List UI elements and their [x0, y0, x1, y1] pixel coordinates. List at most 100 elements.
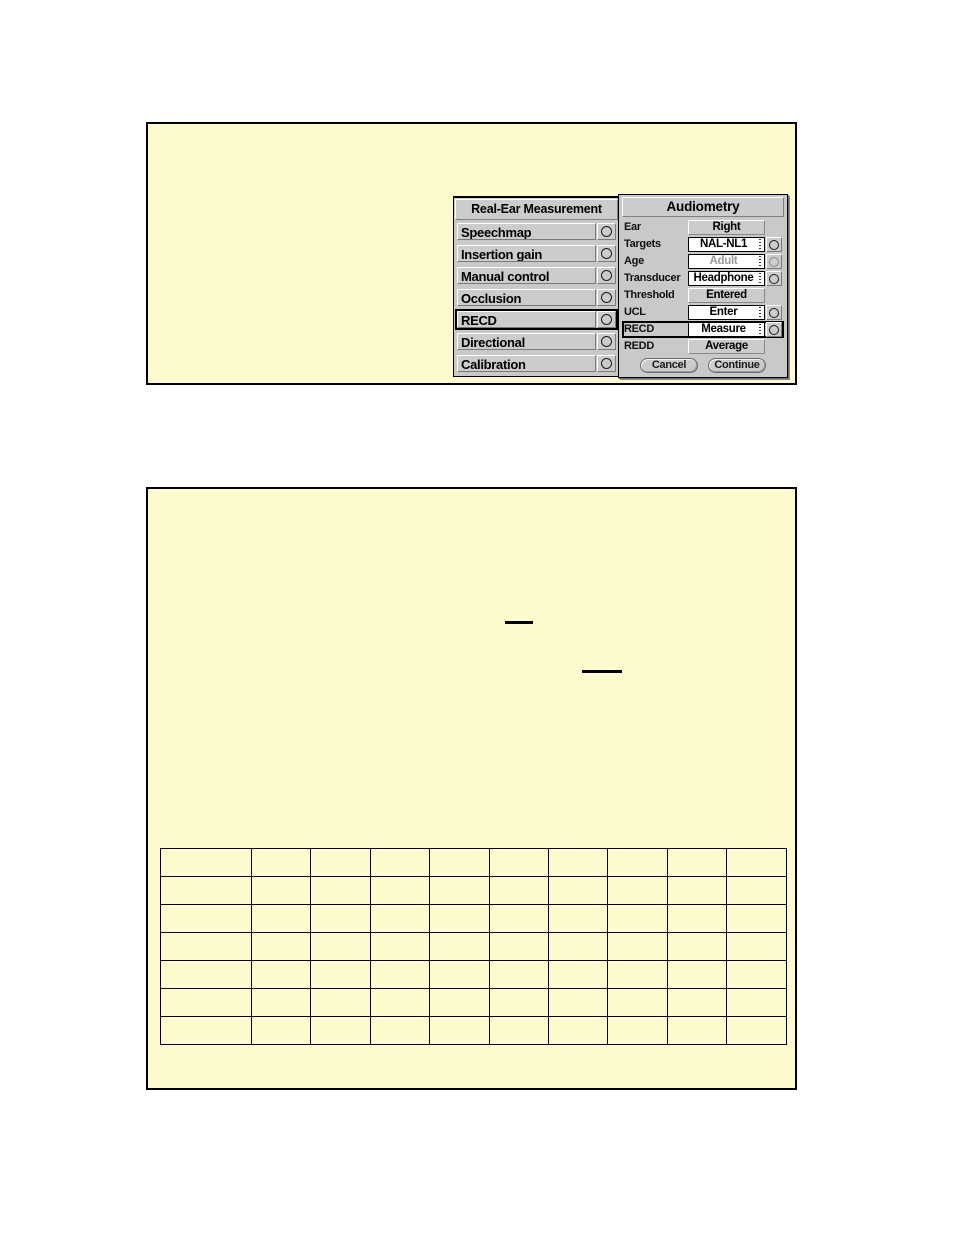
- worksheet-cell[interactable]: [310, 960, 371, 989]
- worksheet-cell[interactable]: [607, 848, 668, 877]
- audiometry-value-field[interactable]: Enter: [688, 305, 765, 320]
- rem-item-recd[interactable]: RECD: [455, 309, 618, 330]
- radio-circle-icon[interactable]: [597, 223, 616, 240]
- worksheet-cell[interactable]: [726, 904, 787, 933]
- rem-item-speechmap[interactable]: Speechmap: [455, 221, 618, 242]
- audiometry-value-field[interactable]: Entered: [688, 288, 765, 303]
- worksheet-cell[interactable]: [726, 932, 787, 961]
- worksheet-cell[interactable]: [250, 1016, 312, 1045]
- audiometry-value-field[interactable]: Average: [688, 339, 765, 354]
- worksheet-cell[interactable]: [666, 904, 728, 933]
- audiometry-value-field[interactable]: Headphone: [688, 271, 765, 286]
- worksheet-cell[interactable]: [250, 876, 312, 905]
- worksheet-cell[interactable]: [160, 876, 252, 905]
- worksheet-cell[interactable]: [607, 932, 668, 961]
- worksheet-cell[interactable]: [429, 1016, 490, 1045]
- worksheet-cell[interactable]: [429, 932, 490, 961]
- worksheet-cell[interactable]: [310, 932, 371, 961]
- worksheet-cell[interactable]: [666, 848, 728, 877]
- worksheet-cell[interactable]: [488, 1016, 549, 1045]
- worksheet-cell[interactable]: [160, 904, 252, 933]
- worksheet-cell[interactable]: [369, 1016, 431, 1045]
- worksheet-cell[interactable]: [250, 904, 312, 933]
- worksheet-cell[interactable]: [726, 848, 787, 877]
- radio-circle-icon[interactable]: [597, 267, 616, 284]
- worksheet-cell[interactable]: [488, 988, 549, 1017]
- worksheet-cell[interactable]: [429, 848, 490, 877]
- worksheet-cell[interactable]: [160, 1016, 252, 1045]
- worksheet-cell[interactable]: [310, 876, 371, 905]
- radio-circle-icon[interactable]: [597, 311, 616, 328]
- worksheet-cell[interactable]: [250, 932, 312, 961]
- worksheet-cell[interactable]: [160, 988, 252, 1017]
- worksheet-cell[interactable]: [488, 932, 549, 961]
- worksheet-cell[interactable]: [369, 848, 431, 877]
- rem-item-manual-control[interactable]: Manual control: [455, 265, 618, 286]
- worksheet-cell[interactable]: [160, 848, 252, 877]
- audiometry-row-threshold[interactable]: Threshold Entered: [622, 287, 784, 304]
- audiometry-row-transducer[interactable]: Transducer Headphone: [622, 270, 784, 287]
- worksheet-cell[interactable]: [607, 876, 668, 905]
- worksheet-cell[interactable]: [666, 932, 728, 961]
- worksheet-cell[interactable]: [488, 876, 549, 905]
- worksheet-cell[interactable]: [547, 932, 609, 961]
- radio-circle-icon[interactable]: [766, 322, 782, 337]
- worksheet-cell[interactable]: [666, 988, 728, 1017]
- worksheet-cell[interactable]: [726, 988, 787, 1017]
- audiometry-row-redd[interactable]: REDD Average: [622, 338, 784, 355]
- continue-button[interactable]: Continue: [708, 358, 766, 373]
- rem-item-insertion-gain[interactable]: Insertion gain: [455, 243, 618, 264]
- worksheet-cell[interactable]: [160, 960, 252, 989]
- worksheet-cell[interactable]: [607, 988, 668, 1017]
- worksheet-cell[interactable]: [369, 876, 431, 905]
- rem-item-calibration[interactable]: Calibration: [455, 353, 618, 374]
- worksheet-cell[interactable]: [547, 848, 609, 877]
- radio-circle-icon[interactable]: [766, 271, 782, 286]
- worksheet-cell[interactable]: [726, 876, 787, 905]
- worksheet-cell[interactable]: [160, 932, 252, 961]
- rem-item-occlusion[interactable]: Occlusion: [455, 287, 618, 308]
- worksheet-cell[interactable]: [488, 848, 549, 877]
- worksheet-cell[interactable]: [310, 1016, 371, 1045]
- worksheet-cell[interactable]: [607, 960, 668, 989]
- audiometry-row-recd[interactable]: RECD Measure: [622, 321, 784, 338]
- worksheet-cell[interactable]: [488, 960, 549, 989]
- worksheet-cell[interactable]: [429, 960, 490, 989]
- worksheet-cell[interactable]: [250, 960, 312, 989]
- worksheet-cell[interactable]: [369, 960, 431, 989]
- rem-item-directional[interactable]: Directional: [455, 331, 618, 352]
- radio-circle-icon[interactable]: [597, 245, 616, 262]
- worksheet-cell[interactable]: [726, 960, 787, 989]
- worksheet-cell[interactable]: [666, 876, 728, 905]
- audiometry-value-field[interactable]: Measure: [688, 322, 765, 337]
- worksheet-cell[interactable]: [666, 1016, 728, 1045]
- worksheet-cell[interactable]: [250, 988, 312, 1017]
- audiometry-row-ucl[interactable]: UCL Enter: [622, 304, 784, 321]
- radio-circle-icon[interactable]: [766, 237, 782, 252]
- worksheet-cell[interactable]: [250, 848, 312, 877]
- worksheet-cell[interactable]: [488, 904, 549, 933]
- worksheet-cell[interactable]: [547, 904, 609, 933]
- cancel-button[interactable]: Cancel: [640, 358, 698, 373]
- audiometry-row-age[interactable]: Age Adult: [622, 253, 784, 270]
- worksheet-cell[interactable]: [547, 988, 609, 1017]
- worksheet-cell[interactable]: [666, 960, 728, 989]
- radio-circle-icon[interactable]: [597, 289, 616, 306]
- worksheet-cell[interactable]: [310, 904, 371, 933]
- worksheet-cell[interactable]: [429, 988, 490, 1017]
- worksheet-cell[interactable]: [429, 904, 490, 933]
- worksheet-cell[interactable]: [369, 932, 431, 961]
- worksheet-cell[interactable]: [429, 876, 490, 905]
- audiometry-row-ear[interactable]: Ear Right: [622, 219, 784, 236]
- audiometry-value-field[interactable]: NAL-NL1: [688, 237, 765, 252]
- worksheet-cell[interactable]: [547, 876, 609, 905]
- radio-circle-icon[interactable]: [597, 333, 616, 350]
- worksheet-cell[interactable]: [369, 904, 431, 933]
- audiometry-row-targets[interactable]: Targets NAL-NL1: [622, 236, 784, 253]
- worksheet-cell[interactable]: [607, 904, 668, 933]
- worksheet-cell[interactable]: [547, 1016, 609, 1045]
- worksheet-cell[interactable]: [310, 848, 371, 877]
- radio-circle-icon[interactable]: [766, 305, 782, 320]
- worksheet-cell[interactable]: [369, 988, 431, 1017]
- worksheet-cell[interactable]: [547, 960, 609, 989]
